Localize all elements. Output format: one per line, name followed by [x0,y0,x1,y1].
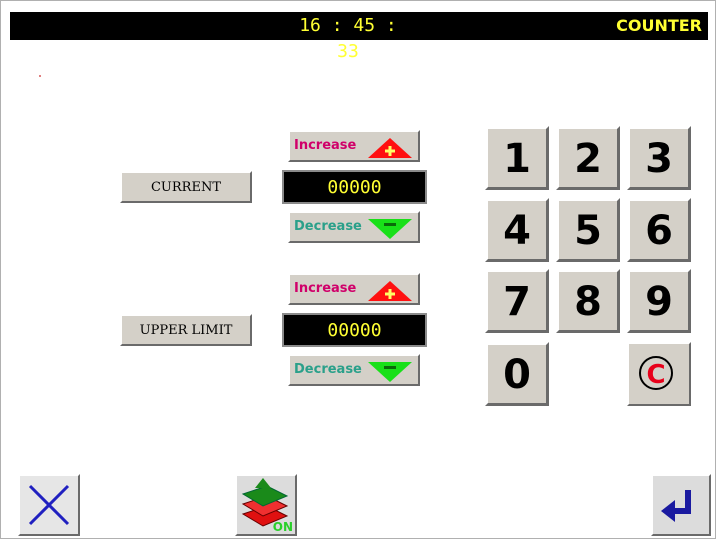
cancel-button[interactable] [18,474,80,536]
key-2[interactable]: 2 [556,126,620,190]
current-increase-button[interactable]: Increase [288,130,420,162]
layers-toggle-button[interactable]: ON [235,474,297,536]
key-6[interactable]: 6 [627,198,691,262]
clear-key[interactable]: C [627,342,691,406]
increase-arrow-icon [368,281,412,301]
key-1[interactable]: 1 [485,126,549,190]
key-9[interactable]: 9 [627,269,691,333]
current-label-button[interactable]: CURRENT [120,171,252,203]
upper-limit-value-display: 00000 [282,313,427,347]
key-3[interactable]: 3 [627,126,691,190]
key-0[interactable]: 0 [485,342,549,406]
upper-limit-increase-label: Increase [294,281,357,296]
marker-dot [39,75,41,77]
clear-key-label: C [639,356,673,390]
key-4[interactable]: 4 [485,198,549,262]
upper-limit-label-button[interactable]: UPPER LIMIT [120,314,252,346]
close-icon [28,484,70,526]
enter-button[interactable] [651,474,711,536]
key-8[interactable]: 8 [556,269,620,333]
current-decrease-label: Decrease [294,219,362,234]
upper-limit-decrease-label: Decrease [294,362,362,377]
decrease-arrow-icon [368,219,412,239]
current-value-display: 00000 [282,170,427,204]
decrease-arrow-icon [368,362,412,382]
increase-arrow-icon [368,138,412,158]
upper-limit-decrease-button[interactable]: Decrease [288,354,420,386]
key-7[interactable]: 7 [485,269,549,333]
current-decrease-button[interactable]: Decrease [288,211,420,243]
key-5[interactable]: 5 [556,198,620,262]
current-increase-label: Increase [294,138,357,153]
upper-limit-increase-button[interactable]: Increase [288,273,420,305]
layers-on-label: ON [272,520,293,534]
clock-display: 16 : 45 : 33 [299,15,397,62]
enter-icon [661,490,691,522]
mode-title: COUNTER [616,16,702,35]
